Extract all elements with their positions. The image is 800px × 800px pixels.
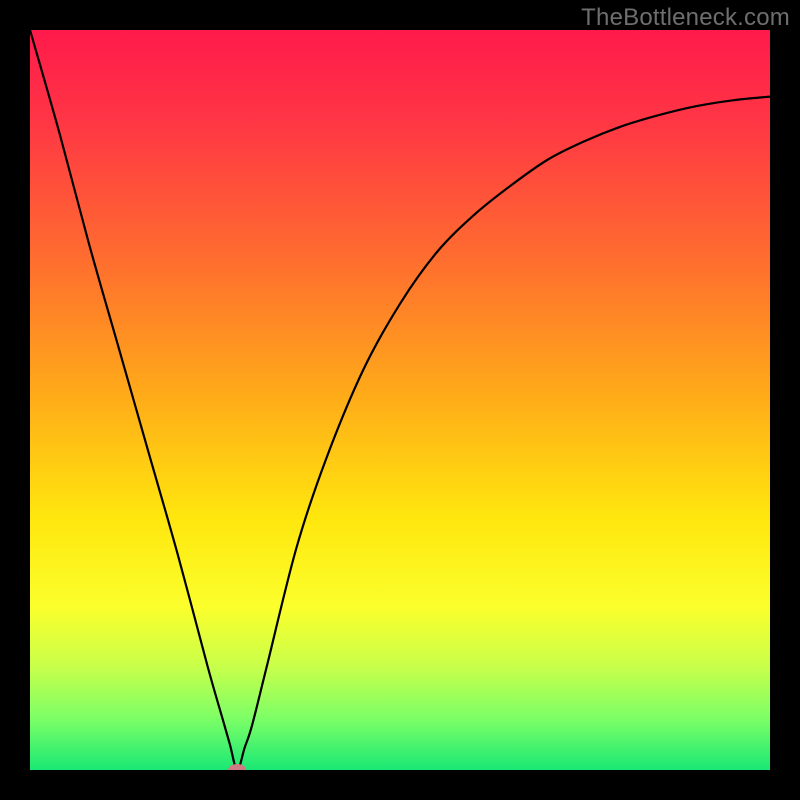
bottleneck-chart (30, 30, 770, 770)
plot-area (30, 30, 770, 770)
chart-frame: TheBottleneck.com (0, 0, 800, 800)
watermark-text: TheBottleneck.com (581, 4, 790, 32)
gradient-background (30, 30, 770, 770)
